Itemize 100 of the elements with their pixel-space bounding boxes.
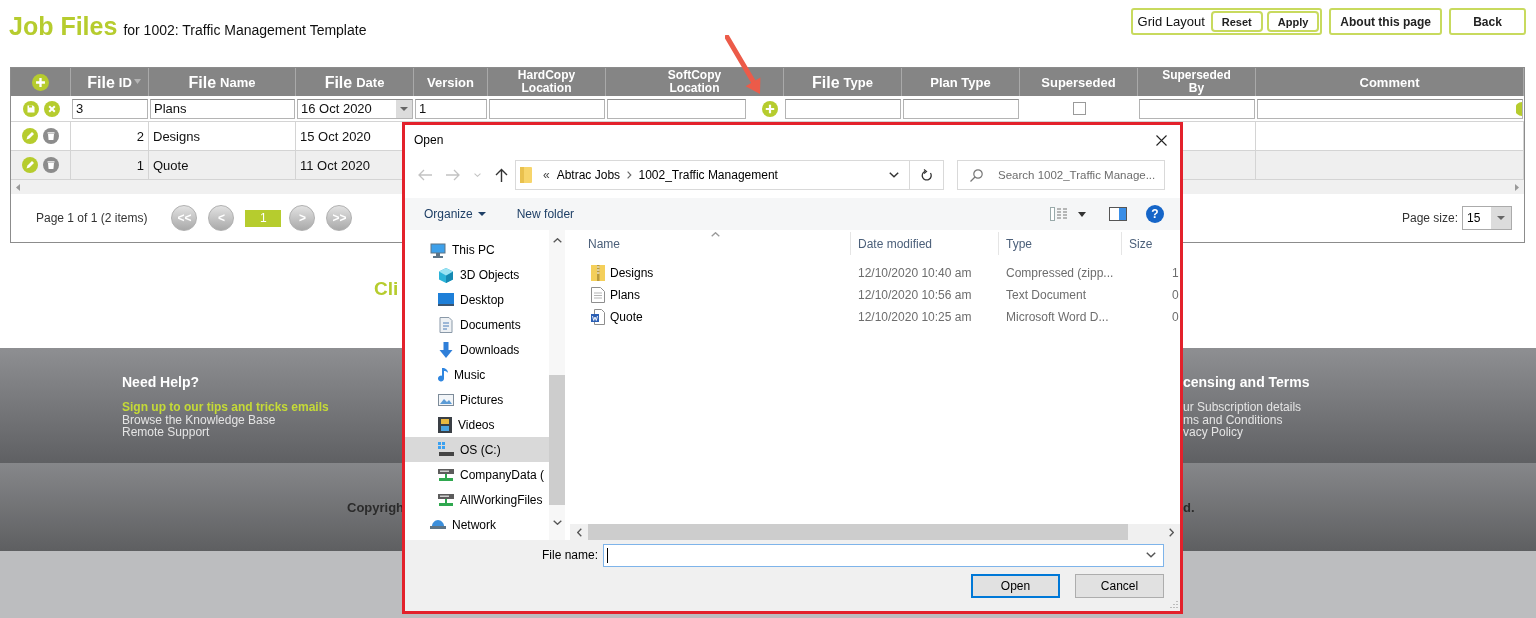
column-header[interactable]: Type: [999, 232, 1122, 255]
dialog-button[interactable]: Open: [971, 574, 1060, 598]
help-button[interactable]: ?: [1146, 205, 1164, 223]
pager-summary: Page 1 of 1 (2 items): [36, 211, 148, 225]
organize-button[interactable]: Organize: [424, 207, 486, 221]
film-icon: [438, 416, 452, 433]
file-size: 0: [1172, 310, 1179, 324]
breadcrumb[interactable]: 1002_Traffic Management: [638, 168, 778, 182]
hint-text: Cli: [374, 278, 399, 299]
table-cell: Designs: [149, 122, 296, 150]
address-bar[interactable]: « Abtrac Jobs 1002_Traffic Management: [515, 160, 910, 190]
close-icon[interactable]: [1156, 134, 1167, 146]
nav-item[interactable]: CompanyData (: [405, 462, 549, 487]
search-field[interactable]: Search 1002_Traffic Manage...: [957, 160, 1165, 190]
text-field[interactable]: 1: [415, 98, 487, 119]
caret-icon[interactable]: [1078, 211, 1086, 217]
pencil-icon[interactable]: [22, 157, 38, 173]
plus-icon[interactable]: [762, 100, 778, 117]
nav-item[interactable]: Downloads: [405, 337, 549, 362]
horizontal-scrollbar[interactable]: [570, 524, 1180, 540]
folder-icon: [520, 167, 532, 183]
chevron-left-icon[interactable]: [576, 527, 582, 537]
chevron-down-icon[interactable]: [552, 519, 562, 525]
text-field[interactable]: Plans: [150, 98, 295, 119]
network-icon: [430, 520, 446, 529]
nav-item[interactable]: Music: [405, 362, 549, 387]
date-field[interactable]: 16 Oct 2020: [297, 98, 413, 119]
footer-link[interactable]: Remote Support: [122, 426, 210, 439]
copyright-text: Copyrigh: [347, 499, 405, 515]
nav-item[interactable]: OS (C:): [405, 437, 549, 462]
column-header[interactable]: Date modified: [851, 232, 999, 255]
footer-link[interactable]: vacy Policy: [1183, 426, 1244, 439]
file-name[interactable]: Plans: [610, 288, 641, 302]
nav-item[interactable]: Videos: [405, 412, 549, 437]
page-button[interactable]: About this page: [1329, 8, 1442, 35]
footer-link[interactable]: ur Subscription details: [1183, 401, 1302, 414]
text-field[interactable]: [1139, 98, 1255, 119]
vertical-scrollbar[interactable]: [549, 230, 565, 540]
page-size-label: Page size:: [1401, 211, 1458, 225]
new-folder-button[interactable]: New folder: [516, 207, 575, 221]
nav-item[interactable]: Pictures: [405, 387, 549, 412]
layout-button[interactable]: Reset: [1210, 11, 1263, 32]
resize-grip-icon[interactable]: [1169, 600, 1178, 609]
breadcrumb[interactable]: Abtrac Jobs: [556, 168, 621, 182]
footer-heading: censing and Terms: [1183, 374, 1310, 391]
footer-link[interactable]: Browse the Knowledge Base: [122, 413, 276, 426]
caret-icon: [477, 212, 486, 216]
checkbox[interactable]: [1072, 102, 1086, 115]
save-icon[interactable]: [22, 100, 39, 117]
nav-item[interactable]: Network: [405, 512, 549, 537]
back-arrow-icon[interactable]: [418, 169, 432, 181]
text-field[interactable]: [1257, 98, 1523, 119]
file-date: 12/10/2020 10:25 am: [858, 310, 972, 324]
table-cell: 2: [71, 122, 149, 150]
table-cell: Quote: [149, 151, 296, 179]
file-type: Microsoft Word D...: [1006, 310, 1109, 324]
text-field[interactable]: [489, 98, 605, 119]
file-name[interactable]: Designs: [610, 266, 654, 280]
layout-button[interactable]: Apply: [1266, 11, 1320, 32]
pencil-icon[interactable]: [22, 128, 38, 144]
text-field[interactable]: [903, 98, 1019, 119]
nav-item[interactable]: AllWorkingFiles: [405, 487, 549, 512]
scroll-right-icon[interactable]: [1515, 183, 1519, 191]
scroll-left-icon[interactable]: [16, 183, 20, 191]
file-name-field[interactable]: [603, 543, 1164, 567]
trash-icon[interactable]: [43, 128, 59, 144]
breadcrumb-overflow[interactable]: «: [543, 168, 550, 182]
file-name[interactable]: Quote: [610, 310, 643, 324]
footer-link[interactable]: ms and Conditions: [1183, 413, 1283, 426]
file-date: 12/10/2020 10:40 am: [858, 266, 972, 280]
text-field[interactable]: [607, 98, 746, 119]
up-arrow-icon[interactable]: [495, 168, 508, 182]
text-cursor-icon: [607, 547, 608, 563]
view-options-icon[interactable]: [1050, 207, 1068, 221]
chevron-down-icon[interactable]: [1146, 552, 1156, 558]
chevron-down-icon[interactable]: [889, 172, 899, 178]
refresh-button[interactable]: [910, 160, 944, 190]
table-cell: 1: [71, 151, 149, 179]
forward-arrow-icon[interactable]: [446, 169, 460, 181]
chevron-up-icon[interactable]: [552, 237, 562, 243]
dialog-button[interactable]: Cancel: [1075, 574, 1164, 598]
sort-chevron-icon: [710, 232, 720, 237]
drive-icon: [438, 442, 454, 457]
column-header[interactable]: Name: [567, 232, 851, 255]
desktop-icon: [438, 293, 454, 306]
nav-item[interactable]: Desktop: [405, 287, 549, 312]
page-size-select[interactable]: 15: [1462, 206, 1512, 230]
trash-icon[interactable]: [43, 157, 59, 173]
nav-item[interactable]: Documents: [405, 312, 549, 337]
text-field[interactable]: 3: [72, 98, 148, 119]
cancel-icon[interactable]: [43, 100, 60, 117]
column-header[interactable]: Size: [1122, 232, 1180, 255]
page-button[interactable]: Back: [1449, 8, 1526, 35]
preview-pane-icon[interactable]: [1109, 207, 1127, 221]
nav-item[interactable]: This PC: [405, 237, 549, 262]
file-type: Text Document: [1006, 288, 1087, 302]
chevron-right-icon[interactable]: [1168, 527, 1174, 537]
nav-item[interactable]: 3D Objects: [405, 262, 549, 287]
text-field[interactable]: [785, 98, 901, 119]
plus-icon[interactable]: [32, 73, 49, 91]
